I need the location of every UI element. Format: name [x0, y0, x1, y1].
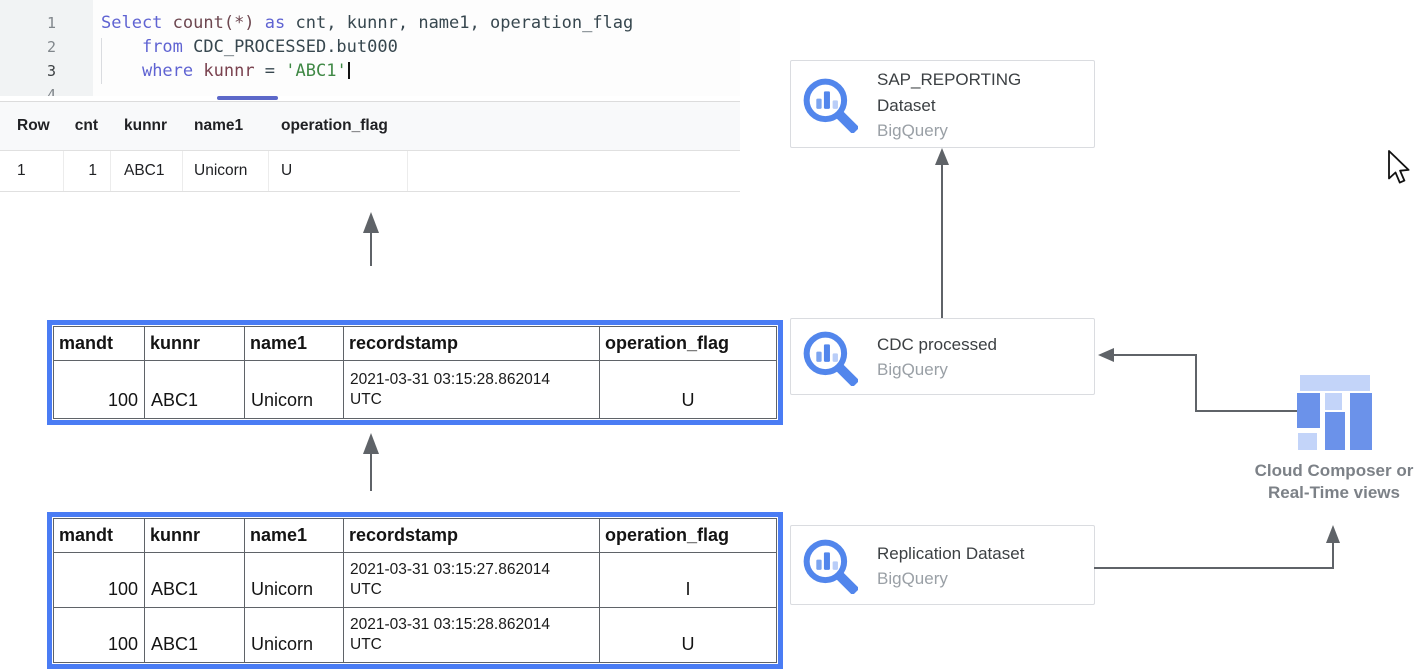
code-token: Select [101, 13, 173, 33]
column-header: recordstamp [344, 327, 600, 361]
table-cell: ABC1 [145, 608, 245, 663]
table-cell: I [600, 553, 777, 608]
node-title: Replication Dataset [877, 541, 1072, 567]
column-header: name1 [245, 327, 344, 361]
line-number: 4 [0, 83, 93, 96]
line-number: 3 [0, 59, 93, 83]
result-column-header: name1 [183, 102, 269, 150]
result-column-header: operation_flag [269, 102, 408, 150]
table-cell: ABC1 [145, 553, 245, 608]
column-header: mandt [54, 519, 145, 553]
column-header: recordstamp [344, 519, 600, 553]
composer-label-line2: Real-Time views [1238, 482, 1416, 504]
node-subtitle: BigQuery [877, 119, 1072, 142]
result-column-header: cnt [64, 102, 111, 150]
code-line[interactable]: Select count(*) as cnt, kunnr, name1, op… [93, 11, 740, 35]
code-line[interactable]: from CDC_PROCESSED.but000 [93, 35, 740, 59]
column-header: operation_flag [600, 327, 777, 361]
column-header: kunnr [145, 519, 245, 553]
table-row: 100ABC1Unicorn2021-03-31 03:15:27.862014… [54, 553, 777, 608]
column-header: operation_flag [600, 519, 777, 553]
table-cell: Unicorn [245, 553, 344, 608]
line-number: 2 [0, 35, 93, 59]
result-column-header: Row [0, 102, 64, 150]
indent-guide [101, 38, 102, 84]
column-header: mandt [54, 327, 145, 361]
table-cell: ABC1 [145, 361, 245, 419]
node-cdc-processed: CDC processed BigQuery [790, 318, 1095, 395]
arrowhead-up-icon [935, 148, 949, 165]
bigquery-icon [800, 536, 858, 594]
table-row: 100ABC1Unicorn2021-03-31 03:15:28.862014… [54, 361, 777, 419]
node-title: SAP_REPORTING Dataset [877, 67, 1072, 119]
arrow-replication-to-composer [1094, 541, 1333, 568]
arrowhead-up-icon [363, 212, 379, 233]
code-token: kunnr [203, 61, 254, 81]
editor-code[interactable]: Select count(*) as cnt, kunnr, name1, op… [93, 11, 740, 96]
table-cell: U [600, 608, 777, 663]
cloud-composer-icon [1296, 374, 1374, 452]
result-cell: Unicorn [183, 151, 269, 191]
query-results-table: Rowcntkunnrname1operation_flag 11ABC1Uni… [0, 101, 740, 192]
results-header-filler [408, 102, 740, 150]
table-cell: Unicorn [245, 361, 344, 419]
column-header: name1 [245, 519, 344, 553]
table-cell: 2021-03-31 03:15:28.862014 UTC [344, 608, 600, 663]
table-cell: Unicorn [245, 608, 344, 663]
composer-label: Cloud Composer or Real-Time views [1238, 460, 1416, 504]
code-token: 'ABC1' [285, 61, 346, 81]
editor-scrollbar-thumb[interactable] [217, 96, 278, 100]
code-token: where [142, 61, 203, 81]
arrowhead-up-icon [1326, 525, 1340, 543]
node-subtitle: BigQuery [877, 567, 1072, 590]
code-token: cnt, kunnr, name1, operation_flag [285, 13, 633, 33]
node-subtitle: BigQuery [877, 358, 1072, 381]
table-cell: 2021-03-31 03:15:28.862014 UTC [344, 361, 600, 419]
arrowhead-up-icon [363, 433, 379, 454]
result-cell: U [269, 151, 408, 191]
bigquery-icon [800, 75, 858, 133]
result-cell: ABC1 [111, 151, 183, 191]
bigquery-icon [800, 328, 858, 386]
code-line[interactable]: where kunnr = 'ABC1' [93, 59, 740, 83]
result-row-filler [408, 151, 740, 191]
composer-label-line1: Cloud Composer or [1238, 460, 1416, 482]
cdc-processed-table: mandtkunnrname1recordstampoperation_flag… [47, 320, 783, 425]
code-token: from [142, 37, 193, 57]
arrow-composer-to-cdc [1113, 355, 1297, 411]
text-cursor [348, 62, 350, 79]
table-cell: 100 [54, 553, 145, 608]
code-line[interactable] [93, 83, 740, 96]
table-cell: 100 [54, 608, 145, 663]
result-row: 11ABC1UnicornU [0, 151, 740, 192]
node-sap-reporting-dataset: SAP_REPORTING Dataset BigQuery [790, 60, 1095, 148]
sql-editor[interactable]: 1234 Select count(*) as cnt, kunnr, name… [0, 0, 740, 96]
code-token: CDC_PROCESSED.but000 [193, 37, 398, 57]
code-token: = [255, 61, 286, 81]
result-cell: 1 [0, 151, 64, 191]
table-row: 100ABC1Unicorn2021-03-31 03:15:28.862014… [54, 608, 777, 663]
node-replication-dataset: Replication Dataset BigQuery [790, 525, 1095, 605]
page-canvas: 1234 Select count(*) as cnt, kunnr, name… [0, 0, 1416, 671]
arrowhead-left-icon [1098, 348, 1114, 362]
code-token [255, 13, 265, 33]
code-token: count(*) [173, 13, 255, 33]
table-cell: U [600, 361, 777, 419]
result-column-header: kunnr [111, 102, 183, 150]
node-title: CDC processed [877, 332, 1072, 358]
line-number: 1 [0, 11, 93, 35]
results-header-row: Rowcntkunnrname1operation_flag [0, 102, 740, 151]
results-body: 11ABC1UnicornU [0, 151, 740, 192]
table-cell: 100 [54, 361, 145, 419]
table-cell: 2021-03-31 03:15:27.862014 UTC [344, 553, 600, 608]
column-header: kunnr [145, 327, 245, 361]
editor-gutter: 1234 [0, 0, 93, 96]
code-token: as [265, 13, 285, 33]
replication-table: mandtkunnrname1recordstampoperation_flag… [47, 512, 783, 669]
result-cell: 1 [64, 151, 111, 191]
